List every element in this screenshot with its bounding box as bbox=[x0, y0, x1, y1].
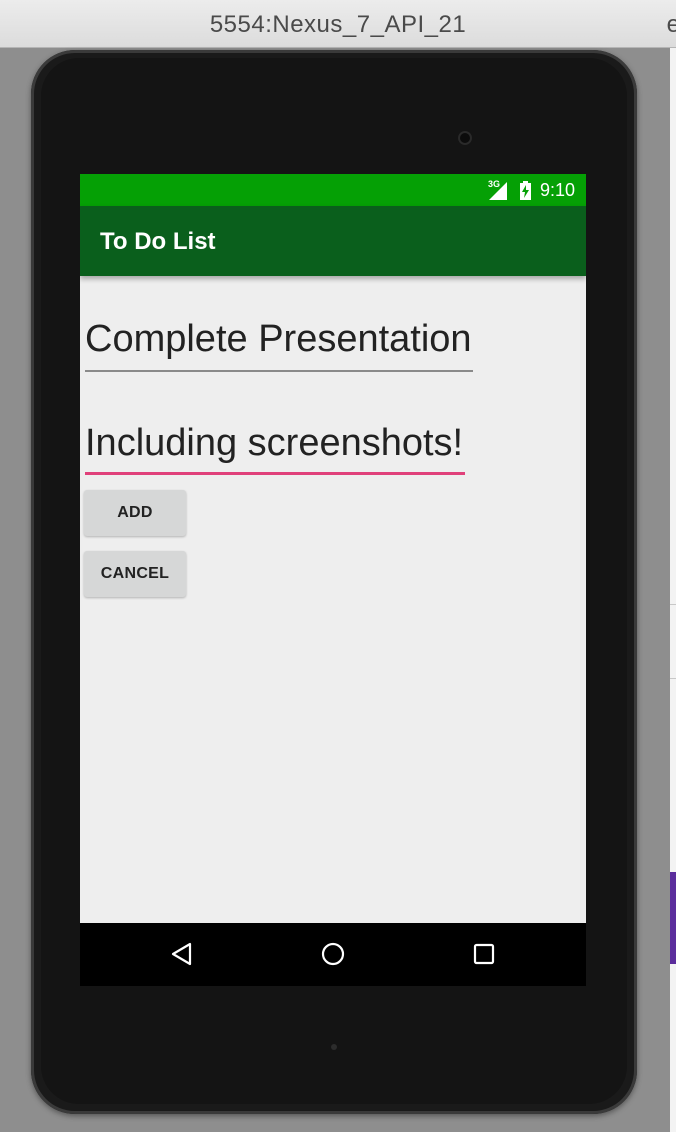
emulator-title-bar: 5554:Nexus_7_API_21 e bbox=[0, 0, 676, 48]
proximity-sensor bbox=[331, 1044, 337, 1050]
window-title: 5554:Nexus_7_API_21 bbox=[209, 11, 467, 38]
network-type-label: 3G bbox=[488, 179, 501, 189]
add-button[interactable]: ADD bbox=[84, 490, 186, 536]
recent-apps-square-icon[interactable] bbox=[471, 941, 497, 967]
home-circle-icon[interactable] bbox=[320, 941, 346, 967]
back-triangle-icon[interactable] bbox=[169, 941, 195, 967]
device-screen: 3G 9:10 To Do List Complete Presentation… bbox=[80, 174, 586, 986]
adjacent-window-text: e bbox=[666, 11, 676, 38]
accent-bar bbox=[670, 872, 676, 964]
app-toolbar: To Do List bbox=[80, 206, 586, 276]
status-bar: 3G 9:10 bbox=[80, 174, 586, 206]
status-clock: 9:10 bbox=[540, 180, 576, 200]
front-camera bbox=[458, 131, 472, 145]
divider-line bbox=[670, 678, 676, 679]
navigation-bar bbox=[80, 923, 586, 986]
todo-description-input[interactable]: Including screenshots! bbox=[85, 422, 465, 475]
divider-line bbox=[670, 604, 676, 605]
battery-charging-icon bbox=[520, 181, 531, 200]
todo-title-input[interactable]: Complete Presentation bbox=[85, 318, 473, 372]
background-window-strip bbox=[670, 48, 676, 1132]
cancel-button[interactable]: CANCEL bbox=[84, 551, 186, 597]
app-title: To Do List bbox=[100, 228, 216, 255]
